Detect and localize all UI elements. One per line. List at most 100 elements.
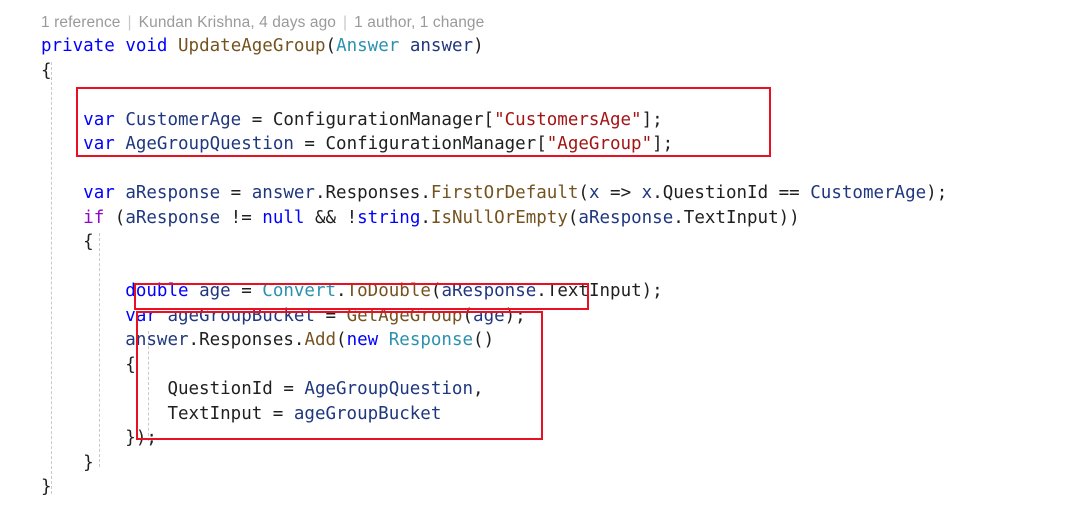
line-customer-age[interactable]: var CustomerAge = ConfigurationManager["… xyxy=(0,108,1082,133)
line-close-brace-method[interactable]: } xyxy=(0,475,1082,500)
code-token: ( xyxy=(325,36,337,56)
code-token: ( xyxy=(104,207,126,228)
line-question-id[interactable]: QuestionId = AgeGroupQuestion, xyxy=(0,377,1082,402)
code-token: }); xyxy=(41,428,157,448)
code-token: TextInput xyxy=(683,207,779,228)
code-token: var xyxy=(83,183,115,203)
code-token: var xyxy=(125,305,157,326)
code-token: aResponse xyxy=(125,207,221,228)
code-token: aResponse xyxy=(125,183,221,203)
code-token: QuestionId xyxy=(167,379,273,399)
code-token: age xyxy=(199,281,231,301)
code-token: { xyxy=(41,354,136,375)
code-token: GetAgeGroup xyxy=(346,305,463,326)
code-token: void xyxy=(125,36,168,56)
line-age-group-bucket[interactable]: var ageGroupBucket = GetAgeGroup(age); xyxy=(0,304,1082,329)
line-close-initializer[interactable]: }); xyxy=(0,426,1082,451)
code-token: var xyxy=(83,134,115,154)
code-token: ( xyxy=(336,330,347,350)
code-token: . xyxy=(652,183,663,203)
code-token: double xyxy=(125,281,189,301)
codelens-bar: 1 reference | Kundan Krishna, 4 days ago… xyxy=(41,12,484,34)
line-responses-add[interactable]: answer.Responses.Add(new Response() xyxy=(0,328,1082,353)
code-token: aResponse xyxy=(578,207,674,228)
line-signature[interactable]: private void UpdateAgeGroup(Answer answe… xyxy=(0,34,1082,59)
code-token: answer xyxy=(409,36,474,56)
code-token: . xyxy=(314,183,326,203)
code-token: Responses xyxy=(325,183,421,203)
source-code-block[interactable]: private void UpdateAgeGroup(Answer answe… xyxy=(0,34,1082,500)
code-token: "CustomersAge" xyxy=(494,109,642,130)
code-token: var xyxy=(83,109,115,130)
code-token: TextInput xyxy=(546,281,642,301)
code-token: = xyxy=(230,281,263,301)
line-blank-3[interactable] xyxy=(0,255,1082,280)
code-editor-surface[interactable]: 1 reference | Kundan Krishna, 4 days ago… xyxy=(0,0,1082,515)
code-token: aResponse xyxy=(441,281,537,301)
code-token: TextInput xyxy=(167,403,263,424)
code-token: x xyxy=(641,183,653,203)
line-close-brace-if[interactable]: } xyxy=(0,451,1082,476)
code-token: AgeGroupQuestion xyxy=(304,379,473,399)
code-token: CustomerAge xyxy=(810,183,927,203)
code-token: ( xyxy=(578,183,589,203)
code-token: ) xyxy=(473,36,484,56)
code-token: , xyxy=(472,379,484,399)
code-token: = xyxy=(272,379,305,399)
line-double-age[interactable]: double age = Convert.ToDouble(aResponse.… xyxy=(0,279,1082,304)
code-token: QuestionId xyxy=(662,183,769,203)
code-token: . xyxy=(536,281,547,301)
code-token: age xyxy=(473,305,505,326)
code-token: [ xyxy=(536,134,547,154)
line-age-group-question[interactable]: var AgeGroupQuestion = ConfigurationMana… xyxy=(0,132,1082,157)
line-open-brace-method[interactable]: { xyxy=(0,59,1082,84)
code-token: ageGroupBucket xyxy=(167,305,315,326)
line-blank-1[interactable] xyxy=(0,83,1082,108)
code-token: ( xyxy=(430,281,442,301)
code-token: ]; xyxy=(652,134,674,154)
code-token: ( xyxy=(462,305,474,326)
code-token: } xyxy=(41,452,94,473)
line-text-input[interactable]: TextInput = ageGroupBucket xyxy=(0,402,1082,427)
code-token: new xyxy=(346,330,379,350)
code-token: FirstOrDefault xyxy=(430,183,579,203)
code-token: . xyxy=(420,183,431,203)
codelens-changes-link[interactable]: 1 author, 1 change xyxy=(354,14,484,32)
code-token: => xyxy=(599,183,642,203)
code-token: . xyxy=(420,207,431,228)
code-token: . xyxy=(336,281,347,301)
code-token: ( xyxy=(567,207,579,228)
code-token: UpdateAgeGroup xyxy=(178,36,326,56)
code-token: . xyxy=(188,330,200,350)
line-a-response[interactable]: var aResponse = answer.Responses.FirstOr… xyxy=(0,181,1082,206)
code-token: private xyxy=(41,36,115,56)
code-token: AgeGroupQuestion xyxy=(125,134,294,154)
line-open-brace-if[interactable]: { xyxy=(0,230,1082,255)
line-blank-2[interactable] xyxy=(0,157,1082,182)
code-token: string xyxy=(357,207,421,228)
line-if-condition[interactable]: if (aResponse != null && !string.IsNullO… xyxy=(0,206,1082,231)
code-token: Responses xyxy=(199,330,294,350)
code-token: ageGroupBucket xyxy=(293,403,442,424)
code-token: = xyxy=(314,305,347,326)
code-token: ); xyxy=(926,183,948,203)
line-open-brace-initializer[interactable]: { xyxy=(0,353,1082,378)
code-token: ); xyxy=(641,281,663,301)
code-token: ConfigurationManager xyxy=(325,134,537,154)
codelens-author-link[interactable]: Kundan Krishna, 4 days ago xyxy=(139,14,336,32)
codelens-references-link[interactable]: 1 reference xyxy=(41,14,121,32)
